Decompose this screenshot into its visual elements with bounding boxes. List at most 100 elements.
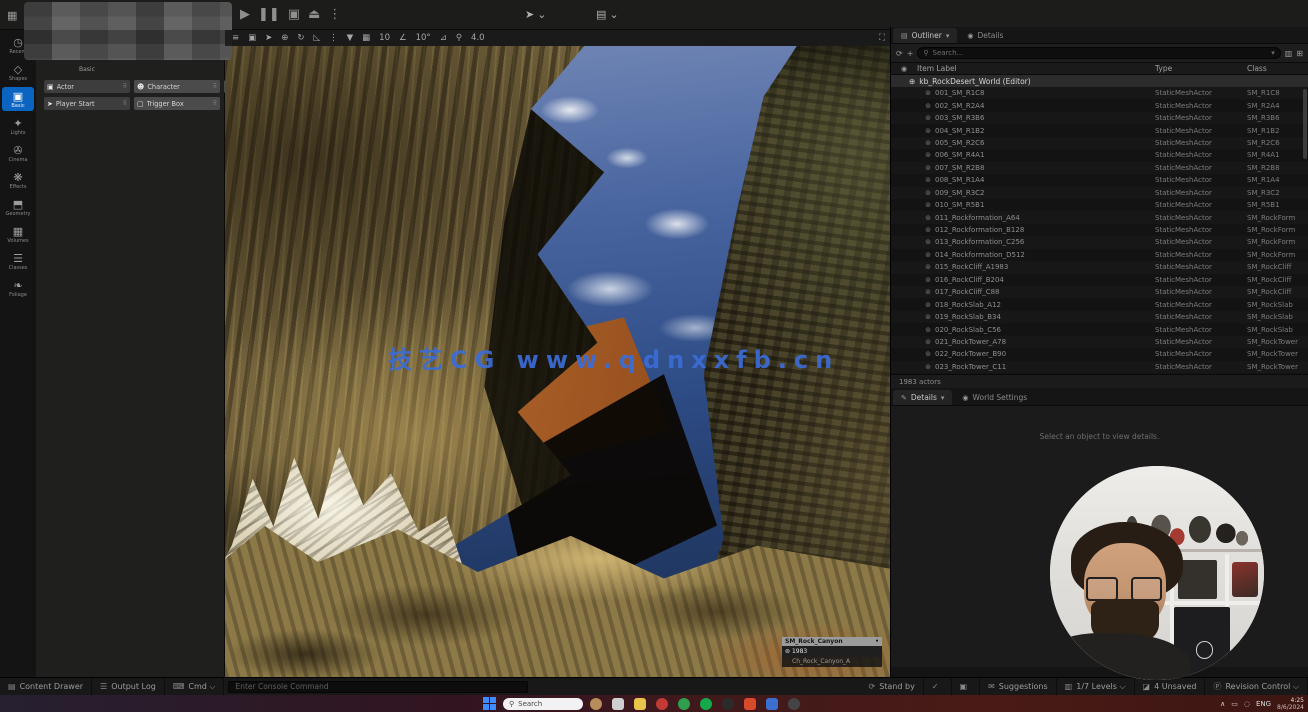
outliner-row[interactable]: ⊚ 010_SM_R5B1 StaticMeshActor SM_R5B1	[891, 199, 1308, 211]
tab-details-top[interactable]: ◉ Details	[959, 28, 1011, 43]
outliner-scrollbar[interactable]	[1303, 89, 1307, 159]
outliner-row[interactable]: ⊚ 020_RockSlab_C56 StaticMeshActor SM_Ro…	[891, 323, 1308, 335]
outliner-world-row[interactable]: ⊕ kb_RockDesert_World (Editor)	[891, 75, 1308, 87]
taskbar-app-icon[interactable]	[700, 698, 712, 710]
status-bar-button[interactable]: ◪ 4 Unsaved	[1135, 678, 1206, 695]
viewport-tool-icon[interactable]: ⊕	[281, 30, 288, 46]
viewport-tool-icon[interactable]: 10°	[416, 30, 431, 46]
place-category-tab[interactable]: ✇ Cinema	[2, 141, 34, 165]
place-category-tab[interactable]: ◇ Shapes	[2, 60, 34, 84]
play-control-button[interactable]: ▣	[288, 4, 300, 26]
place-category-tab[interactable]: ⬒ Geometry	[2, 195, 34, 219]
status-bar-button[interactable]: ▤ Content Drawer	[0, 678, 92, 695]
outliner-row[interactable]: ⊚ 017_RockCliff_C88 StaticMeshActor SM_R…	[891, 286, 1308, 298]
tab-outliner[interactable]: ▤ Outliner ▾	[893, 28, 957, 43]
taskbar-app-icon[interactable]	[744, 698, 756, 710]
taskbar-app-icon[interactable]	[634, 698, 646, 710]
status-bar-button[interactable]: ☰ Output Log	[92, 678, 165, 695]
drag-grip-icon[interactable]: ⠿	[123, 100, 127, 107]
outliner-row[interactable]: ⊚ 021_RockTower_A78 StaticMeshActor SM_R…	[891, 336, 1308, 348]
outliner-row[interactable]: ⊚ 022_RockTower_B90 StaticMeshActor SM_R…	[891, 348, 1308, 360]
outliner-row[interactable]: ⊚ 019_RockSlab_B34 StaticMeshActor SM_Ro…	[891, 311, 1308, 323]
outliner-row[interactable]: ⊚ 008_SM_R1A4 StaticMeshActor SM_R1A4	[891, 174, 1308, 186]
viewport-tool-icon[interactable]: ➤	[265, 30, 272, 46]
taskbar-clock[interactable]: 4:25 8/6/2024	[1277, 697, 1304, 711]
menu-grid-icon[interactable]: ▦	[7, 9, 17, 22]
visibility-column-icon[interactable]: ◉	[891, 65, 917, 73]
chevron-down-icon[interactable]: ▾	[946, 32, 950, 40]
tray-language-label[interactable]: ENG	[1256, 700, 1271, 708]
tab-details[interactable]: ✎ Details ▾	[893, 390, 952, 405]
chevron-down-icon[interactable]: ▾	[941, 394, 945, 402]
play-control-button[interactable]: ⋮	[328, 4, 341, 26]
drag-grip-icon[interactable]: ⠿	[123, 83, 127, 90]
outliner-row[interactable]: ⊚ 007_SM_R2B8 StaticMeshActor SM_R2B8	[891, 162, 1308, 174]
play-control-button[interactable]: ▶	[240, 4, 250, 26]
outliner-row[interactable]: ⊚ 005_SM_R2C6 StaticMeshActor SM_R2C6	[891, 137, 1308, 149]
tray-chevron-icon[interactable]: ∧	[1220, 700, 1225, 708]
outliner-row[interactable]: ⊚ 018_RockSlab_A12 StaticMeshActor SM_Ro…	[891, 298, 1308, 310]
viewport-tool-icon[interactable]: ⋮	[329, 30, 338, 46]
viewport-tool-icon[interactable]: 10	[379, 30, 390, 46]
taskbar-app-icon[interactable]	[612, 698, 624, 710]
viewport-tool-icon[interactable]: 4.0	[471, 30, 485, 46]
status-bar-button[interactable]: ✉ Suggestions	[980, 678, 1057, 695]
viewport-tool-icon[interactable]: ⚲	[456, 30, 462, 46]
tab-world-settings[interactable]: ◉ World Settings	[954, 390, 1035, 405]
play-control-button[interactable]: ⏏	[308, 4, 320, 26]
viewport-tool-icon[interactable]: ⊿	[440, 30, 447, 46]
viewport-tool-icon[interactable]: ≡	[232, 30, 239, 46]
place-category-tab[interactable]: ✦ Lights	[2, 114, 34, 138]
outliner-row[interactable]: ⊚ 015_RockCliff_A1983 StaticMeshActor SM…	[891, 261, 1308, 273]
place-category-tab[interactable]: ▣ Basic	[2, 87, 34, 111]
place-category-tab[interactable]: ☰ Classes	[2, 249, 34, 273]
outliner-row[interactable]: ⊚ 006_SM_R4A1 StaticMeshActor SM_R4A1	[891, 149, 1308, 161]
status-bar-button[interactable]: Ⓟ Revision Control ⌵	[1205, 678, 1308, 695]
selection-mode-dropdown[interactable]: ➤ ⌄	[525, 8, 546, 21]
viewport-tool-icon[interactable]: ▼	[347, 30, 354, 46]
outliner-row[interactable]: ⊚ 016_RockCliff_B204 StaticMeshActor SM_…	[891, 274, 1308, 286]
level-viewport[interactable]: ≡▣➤⊕↻◺⋮▼▦10∠10°⊿⚲4.0 ⛶ SM_Rock_Canyon • …	[225, 30, 890, 677]
status-bar-button[interactable]: ▥ 1/7 Levels ⌵	[1057, 678, 1135, 695]
outliner-row[interactable]: ⊚ 003_SM_R3B6 StaticMeshActor SM_R3B6	[891, 112, 1308, 124]
outliner-row[interactable]: ⊚ 013_Rockformation_C256 StaticMeshActor…	[891, 236, 1308, 248]
viewport-tool-icon[interactable]: ◺	[314, 30, 321, 46]
type-column[interactable]: Type	[1155, 64, 1247, 73]
place-actor-button[interactable]: ☻ Character ⠿	[134, 80, 220, 93]
outliner-settings-icon[interactable]: ⊞	[1296, 49, 1303, 58]
taskbar-app-icon[interactable]	[788, 698, 800, 710]
place-actor-button[interactable]: ▣ Actor ⠿	[44, 80, 130, 93]
status-bar-button[interactable]: ▣	[952, 678, 981, 695]
outliner-row[interactable]: ⊚ 012_Rockformation_B128 StaticMeshActor…	[891, 224, 1308, 236]
refresh-icon[interactable]: ⟳	[896, 49, 903, 58]
taskbar-app-icon[interactable]	[590, 698, 602, 710]
layout-mode-dropdown[interactable]: ▤ ⌄	[596, 8, 619, 21]
pin-icon[interactable]: •	[875, 638, 879, 645]
viewport-tool-icon[interactable]: ∠	[399, 30, 407, 46]
add-icon[interactable]: +	[907, 49, 914, 58]
viewport-maximize-icon[interactable]: ⛶	[879, 30, 885, 46]
taskbar-app-icon[interactable]	[656, 698, 668, 710]
outliner-row[interactable]: ⊚ 014_Rockformation_D512 StaticMeshActor…	[891, 249, 1308, 261]
place-category-tab[interactable]: ❧ Foliage	[2, 276, 34, 300]
item-label-column[interactable]: Item Label	[917, 64, 1155, 73]
place-actor-button[interactable]: ▢ Trigger Box ⠿	[134, 97, 220, 110]
taskbar-app-icon[interactable]	[766, 698, 778, 710]
outliner-row[interactable]: ⊚ 004_SM_R1B2 StaticMeshActor SM_R1B2	[891, 124, 1308, 136]
chevron-down-icon[interactable]: ▾	[1271, 49, 1275, 57]
console-command-input[interactable]: Enter Console Command	[228, 681, 528, 693]
outliner-row[interactable]: ⊚ 001_SM_R1C8 StaticMeshActor SM_R1C8	[891, 87, 1308, 99]
viewport-tool-icon[interactable]: ▣	[248, 30, 256, 46]
status-bar-button[interactable]: ⟳ Stand by	[860, 678, 923, 695]
viewport-tool-icon[interactable]: ▦	[362, 30, 370, 46]
place-actor-button[interactable]: ➤ Player Start ⠿	[44, 97, 130, 110]
viewport-tool-icon[interactable]: ↻	[297, 30, 304, 46]
outliner-search-input[interactable]: ⚲ Search... ▾	[917, 47, 1280, 59]
tray-sound-icon[interactable]: ◌	[1244, 700, 1250, 708]
class-column[interactable]: Class	[1247, 64, 1303, 73]
start-button[interactable]	[483, 697, 496, 710]
tray-display-icon[interactable]: ▭	[1231, 700, 1238, 708]
play-control-button[interactable]: ❚❚	[258, 4, 280, 26]
place-category-tab[interactable]: ❋ Effects	[2, 168, 34, 192]
taskbar-app-icon[interactable]	[722, 698, 734, 710]
